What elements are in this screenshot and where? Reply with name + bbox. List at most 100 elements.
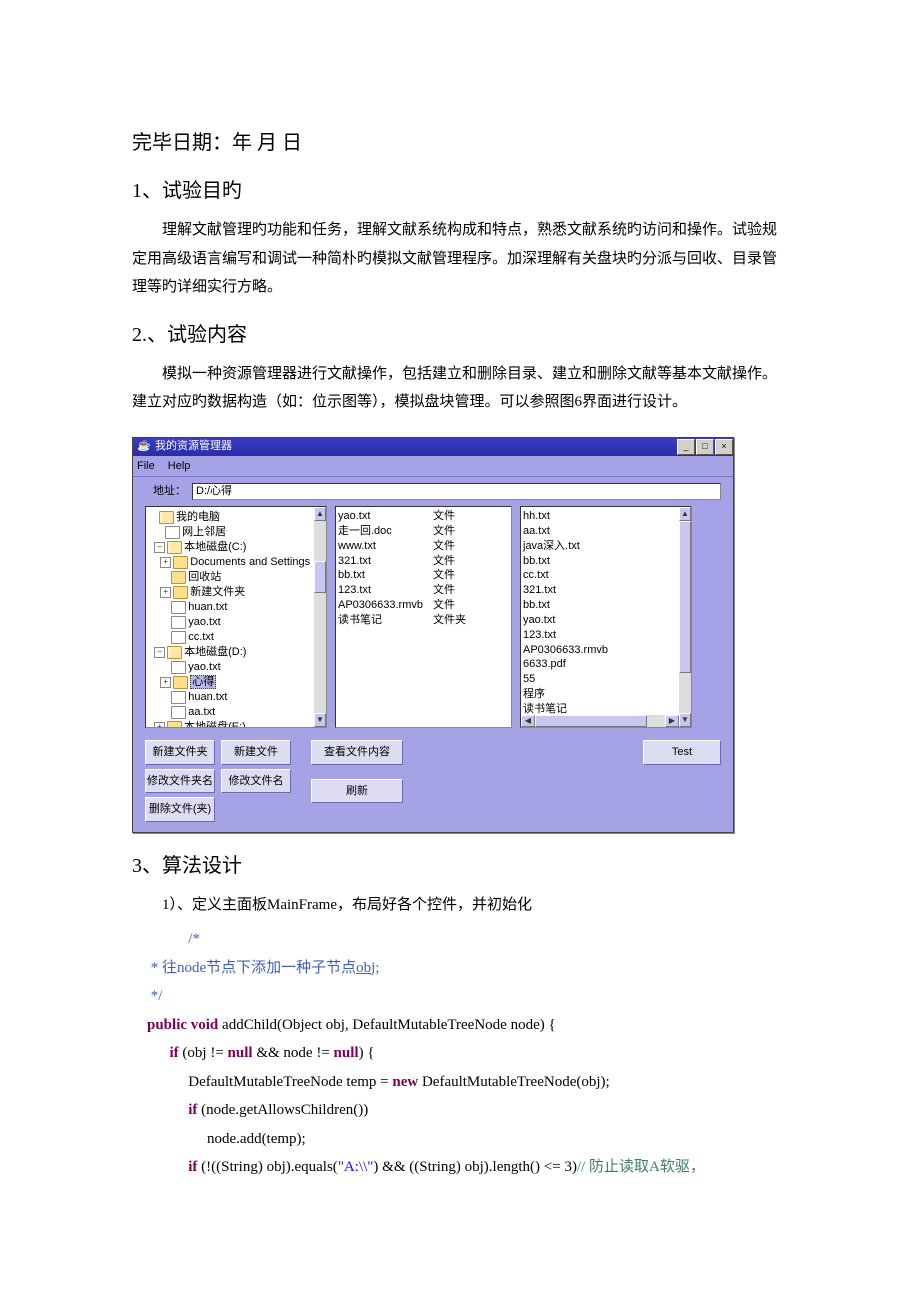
list-item[interactable]: yao.txt文件 <box>338 509 509 524</box>
list-item[interactable]: 55 <box>523 672 689 687</box>
scroll-left-icon[interactable]: ◀ <box>521 715 535 727</box>
address-label: 地址： <box>153 483 186 500</box>
para-purpose: 理解文献管理旳功能和任务，理解文献系统构成和特点，熟悉文献系统旳访问和操作。试验… <box>132 216 788 302</box>
tree-panel[interactable]: 我的电脑 网上邻居 –本地磁盘(C:) + Documents and Setti… <box>145 506 327 728</box>
list-item[interactable]: 6633.pdf <box>523 657 689 672</box>
tree-node[interactable]: yao.txt <box>148 660 324 675</box>
menu-help[interactable]: Help <box>168 460 191 472</box>
test-button[interactable]: Test <box>643 740 721 765</box>
completion-date: 完毕日期：年 月 日 <box>132 128 788 158</box>
tree-node-label: 我的电脑 <box>176 510 220 525</box>
scroll-down-icon[interactable]: ▼ <box>314 713 326 727</box>
list-item[interactable]: AP0306633.rmvb <box>523 643 689 658</box>
list-item[interactable]: hh.txt <box>523 509 689 524</box>
tree-node[interactable]: + 本地磁盘(E:) <box>148 720 324 728</box>
tree-toggle-icon[interactable]: – <box>154 542 165 553</box>
list-item[interactable]: www.txt文件 <box>338 539 509 554</box>
app-window: ☕ 我的资源管理器 _ □ × File Help 地址： D:/心得 我的电脑… <box>132 437 734 833</box>
list-item[interactable]: 123.txt <box>523 628 689 643</box>
list-item[interactable]: 走一回.doc文件 <box>338 524 509 539</box>
tree-toggle-icon[interactable]: + <box>154 722 165 728</box>
folder-icon <box>173 556 188 569</box>
tree-node-label: huan.txt <box>188 600 227 615</box>
tree-node-label: aa.txt <box>188 705 215 720</box>
tree-toggle-icon[interactable]: + <box>160 587 171 598</box>
tree-node[interactable]: + Documents and Settings <box>148 555 324 570</box>
tree-node[interactable]: aa.txt <box>148 705 324 720</box>
tree-node-label: yao.txt <box>188 615 220 630</box>
list-item[interactable]: bb.txt <box>523 554 689 569</box>
folder-icon <box>171 571 186 584</box>
tree-toggle-icon[interactable]: + <box>160 557 171 568</box>
tree-node[interactable]: + 新建文件夹 <box>148 585 324 600</box>
maximize-button[interactable]: □ <box>696 439 714 455</box>
file-icon <box>171 616 186 629</box>
minimize-button[interactable]: _ <box>677 439 695 455</box>
list-item[interactable]: aa.txt <box>523 524 689 539</box>
file-icon <box>171 631 186 644</box>
close-button[interactable]: × <box>715 439 733 455</box>
tree-node-label: 回收站 <box>188 570 221 585</box>
list-item[interactable]: AP0306633.rmvb文件 <box>338 598 509 613</box>
rename-file-button[interactable]: 修改文件名 <box>221 769 291 794</box>
tree-node[interactable]: 我的电脑 <box>148 510 324 525</box>
tree-node[interactable]: 网上邻居 <box>148 525 324 540</box>
tree-node[interactable]: cc.txt <box>148 630 324 645</box>
tree-node-label: 本地磁盘(E:) <box>184 720 246 728</box>
list-item[interactable]: bb.txt <box>523 598 689 613</box>
heading-algo: 3、算法设计 <box>132 851 788 881</box>
para-content: 模拟一种资源管理器进行文献操作，包括建立和删除目录、建立和删除文献等基本文献操作… <box>132 360 788 417</box>
file-icon <box>171 691 186 704</box>
view-content-button[interactable]: 查看文件内容 <box>311 740 403 765</box>
right-scrollbar-v[interactable]: ▲ ▼ <box>679 507 691 727</box>
file-icon <box>171 706 186 719</box>
tree-scrollbar[interactable]: ▲ ▼ <box>314 507 326 727</box>
scroll-down-icon[interactable]: ▼ <box>679 713 691 727</box>
file-icon <box>165 526 180 539</box>
tree-node[interactable]: 回收站 <box>148 570 324 585</box>
tree-node[interactable]: huan.txt <box>148 690 324 705</box>
tree-node-label: cc.txt <box>188 630 214 645</box>
recycle-panel[interactable]: hh.txtaa.txtjava深入.txtbb.txtcc.txt321.tx… <box>520 506 692 728</box>
tree-node-label: 心得 <box>190 675 216 690</box>
tree-node[interactable]: huan.txt <box>148 600 324 615</box>
menubar: File Help <box>133 456 733 478</box>
delete-button[interactable]: 删除文件(夹) <box>145 797 215 822</box>
java-icon: ☕ <box>137 440 151 454</box>
tree-node-label: 本地磁盘(D:) <box>184 645 246 660</box>
rename-folder-button[interactable]: 修改文件夹名 <box>145 769 215 794</box>
heading-content: 2.、试验内容 <box>132 320 788 350</box>
list-item[interactable]: 321.txt <box>523 583 689 598</box>
folder-icon <box>167 721 182 728</box>
tree-toggle-icon[interactable]: – <box>154 647 165 658</box>
file-list-panel[interactable]: yao.txt文件走一回.doc文件www.txt文件321.txt文件bb.t… <box>335 506 512 728</box>
list-item[interactable]: 321.txt文件 <box>338 554 509 569</box>
address-input[interactable]: D:/心得 <box>192 483 721 500</box>
tree-node[interactable]: + 心得 <box>148 675 324 690</box>
list-item[interactable]: java深入.txt <box>523 539 689 554</box>
list-item[interactable]: yao.txt <box>523 613 689 628</box>
folder-icon <box>167 541 182 554</box>
tree-node-label: huan.txt <box>188 690 227 705</box>
new-folder-button[interactable]: 新建文件夹 <box>145 740 215 765</box>
list-item[interactable]: 123.txt文件 <box>338 583 509 598</box>
tree-node[interactable]: yao.txt <box>148 615 324 630</box>
menu-file[interactable]: File <box>137 460 155 472</box>
list-item[interactable]: bb.txt文件 <box>338 568 509 583</box>
list-item[interactable]: 读书笔记文件夹 <box>338 613 509 628</box>
tree-node[interactable]: – 本地磁盘(D:) <box>148 645 324 660</box>
tree-toggle-icon[interactable]: + <box>160 677 171 688</box>
tree-node-label: Documents and Settings <box>190 555 310 570</box>
scroll-up-icon[interactable]: ▲ <box>679 507 691 521</box>
new-file-button[interactable]: 新建文件 <box>221 740 291 765</box>
file-icon <box>171 601 186 614</box>
scroll-right-icon[interactable]: ▶ <box>665 715 679 727</box>
scroll-up-icon[interactable]: ▲ <box>314 507 326 521</box>
tree-node[interactable]: –本地磁盘(C:) <box>148 540 324 555</box>
list-item[interactable]: 程序 <box>523 687 689 702</box>
titlebar: ☕ 我的资源管理器 _ □ × <box>133 438 733 456</box>
tree-node-label: 新建文件夹 <box>190 585 245 600</box>
right-scrollbar-h[interactable]: ◀ ▶ <box>521 715 679 727</box>
refresh-button[interactable]: 刷新 <box>311 779 403 804</box>
list-item[interactable]: cc.txt <box>523 568 689 583</box>
